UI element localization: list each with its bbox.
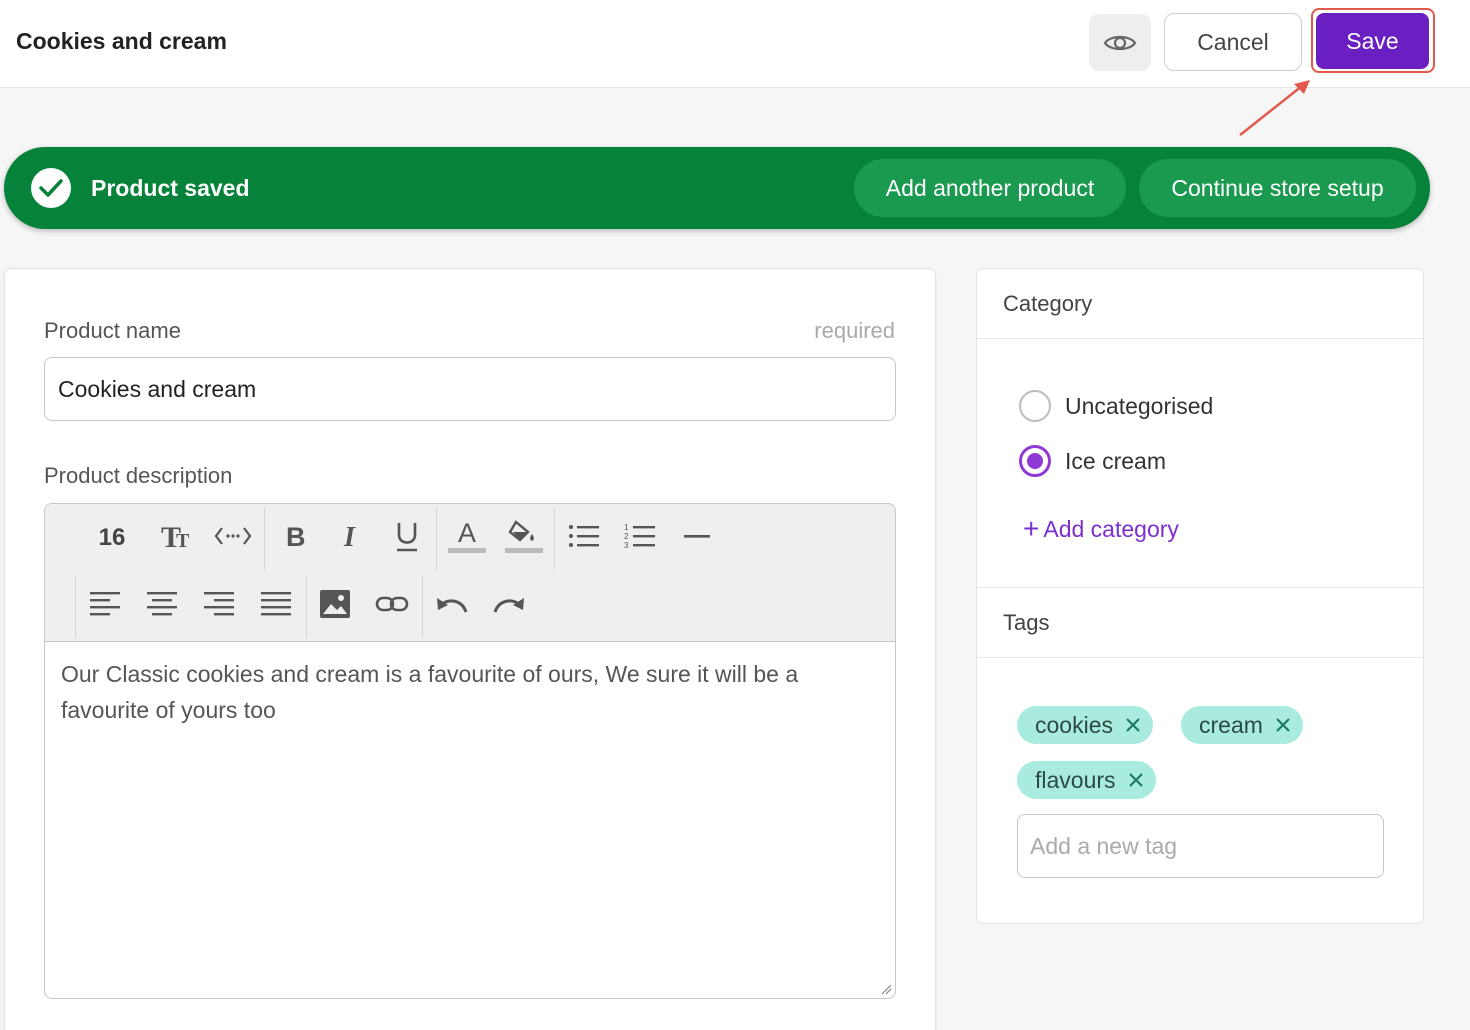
highlight-color-icon[interactable] (502, 514, 546, 558)
svg-text:T: T (176, 530, 190, 551)
svg-text:1: 1 (624, 523, 629, 532)
bold-icon[interactable]: B (273, 514, 317, 558)
align-justify-icon[interactable] (254, 582, 298, 626)
text-color-icon[interactable]: A (445, 514, 489, 558)
category-option-label: Uncategorised (1065, 392, 1214, 419)
continue-store-setup-button[interactable]: Continue store setup (1139, 159, 1416, 217)
remove-tag-icon[interactable] (1275, 717, 1291, 733)
toolbar-separator (436, 508, 437, 570)
category-option-uncategorised[interactable]: Uncategorised (1019, 389, 1213, 423)
tag-chip: cookies (1017, 706, 1153, 744)
font-style-icon[interactable]: TT (155, 514, 199, 558)
link-icon[interactable] (370, 582, 414, 626)
success-banner: Product saved Add another product Contin… (4, 147, 1430, 229)
svg-text:I: I (343, 522, 356, 550)
bullet-list-icon[interactable] (562, 514, 606, 558)
banner-message: Product saved (91, 175, 250, 201)
save-button[interactable]: Save (1316, 13, 1429, 69)
required-label: required (814, 318, 895, 343)
product-description-label: Product description (44, 463, 233, 488)
radio-checked-icon[interactable] (1019, 445, 1051, 477)
eye-icon (1103, 35, 1137, 50)
tag-label: flavours (1035, 766, 1116, 793)
divider (977, 657, 1423, 658)
category-title: Category (1003, 291, 1093, 316)
code-icon[interactable] (211, 514, 255, 558)
remove-tag-icon[interactable] (1128, 772, 1144, 788)
cancel-button[interactable]: Cancel (1164, 13, 1302, 71)
product-name-label: Product name (44, 318, 181, 343)
tags-title: Tags (1003, 610, 1050, 635)
description-editor: 16 TT B I A 1 2 3 Our Classic cookies an… (44, 503, 896, 999)
toolbar-separator (554, 508, 555, 570)
add-category-link[interactable]: + Add category (1023, 515, 1179, 543)
divider (977, 587, 1423, 588)
svg-text:B: B (286, 522, 306, 550)
description-text[interactable]: Our Classic cookies and cream is a favou… (61, 656, 881, 728)
add-category-label: Add category (1043, 515, 1179, 542)
plus-icon: + (1023, 513, 1040, 544)
page-title: Cookies and cream (16, 28, 227, 54)
align-right-icon[interactable] (197, 582, 241, 626)
resize-handle-icon[interactable] (880, 983, 892, 995)
product-name-input[interactable] (44, 357, 896, 421)
tag-chip: flavours (1017, 761, 1156, 799)
toolbar-separator (75, 576, 76, 638)
divider (977, 338, 1423, 339)
underline-icon[interactable] (385, 514, 429, 558)
align-left-icon[interactable] (83, 582, 127, 626)
remove-tag-icon[interactable] (1125, 717, 1141, 733)
redo-icon[interactable] (487, 582, 531, 626)
product-details-card: Product name required Product descriptio… (4, 268, 936, 1030)
svg-text:A: A (458, 518, 476, 548)
annotation-arrow (1239, 80, 1310, 136)
editor-toolbar: 16 TT B I A 1 2 3 (45, 504, 895, 642)
tag-label: cookies (1035, 711, 1113, 738)
category-option-ice-cream[interactable]: Ice cream (1019, 444, 1166, 478)
category-option-label: Ice cream (1065, 447, 1166, 474)
svg-text:3: 3 (624, 541, 629, 550)
image-icon[interactable] (313, 582, 357, 626)
add-tag-input[interactable] (1017, 814, 1384, 878)
align-center-icon[interactable] (140, 582, 184, 626)
toolbar-separator (422, 576, 423, 638)
add-another-product-button[interactable]: Add another product (854, 159, 1126, 217)
toolbar-separator (264, 508, 265, 570)
italic-icon[interactable]: I (329, 514, 373, 558)
preview-button[interactable] (1089, 14, 1151, 71)
undo-icon[interactable] (430, 582, 474, 626)
organization-card: Category Uncategorised Ice cream + Add c… (976, 268, 1424, 924)
radio-unchecked-icon[interactable] (1019, 390, 1051, 422)
toolbar-separator (306, 576, 307, 638)
tag-label: cream (1199, 711, 1263, 738)
tag-chip: cream (1181, 706, 1303, 744)
check-circle-icon (31, 168, 71, 208)
svg-text:2: 2 (624, 532, 629, 541)
numbered-list-icon[interactable]: 123 (618, 514, 662, 558)
font-size-select[interactable]: 16 (90, 516, 134, 560)
horizontal-rule-icon[interactable] (675, 514, 719, 558)
